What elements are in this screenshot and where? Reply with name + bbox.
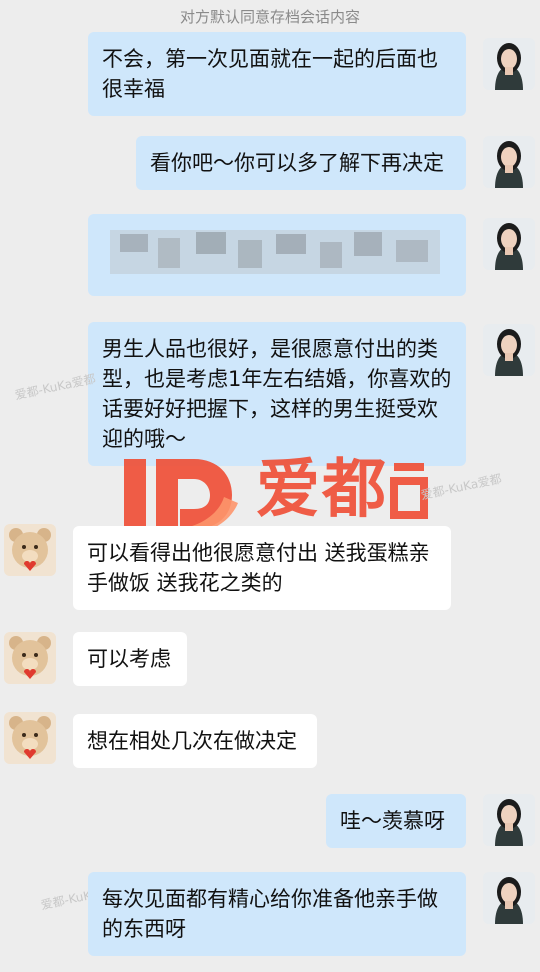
session-archive-notice: 对方默认同意存档会话内容	[179, 8, 360, 26]
message-row: 可以看得出他很愿意付出 送我蛋糕亲手做饭 送我花之类的	[0, 520, 540, 610]
agent-avatar[interactable]	[483, 794, 535, 846]
bear-toy-icon	[4, 524, 56, 576]
message-bubble-outgoing[interactable]: 看你吧～你可以多了解下再决定	[136, 136, 466, 190]
agent-avatar[interactable]	[483, 872, 535, 924]
message-row: 男生人品也很好，是很愿意付出的类型，也是考虑1年左右结婚，你喜欢的话要好好把握下…	[0, 322, 540, 466]
message-row: 想在相处几次在做决定	[0, 710, 540, 770]
user-avatar[interactable]	[4, 712, 56, 764]
bear-toy-icon	[4, 632, 56, 684]
message-row: 哇～羡慕呀	[0, 794, 540, 854]
brand-name: 爱都	[256, 453, 388, 527]
woman-portrait-icon	[483, 218, 535, 270]
user-avatar[interactable]	[4, 524, 56, 576]
redaction-blur	[110, 230, 440, 274]
woman-portrait-icon	[483, 794, 535, 846]
message-row: 每次见面都有精心给你准备他亲手做的东西呀	[0, 872, 540, 962]
woman-portrait-icon	[483, 324, 535, 376]
agent-avatar[interactable]	[483, 324, 535, 376]
message-row	[0, 214, 540, 298]
agent-avatar[interactable]	[483, 218, 535, 270]
message-bubble-incoming[interactable]: 可以看得出他很愿意付出 送我蛋糕亲手做饭 送我花之类的	[73, 526, 451, 610]
bear-toy-icon	[4, 712, 56, 764]
agent-avatar[interactable]	[483, 38, 535, 90]
message-bubble-incoming[interactable]: 想在相处几次在做决定	[73, 714, 317, 768]
agent-avatar[interactable]	[483, 136, 535, 188]
message-bubble-outgoing[interactable]: 哇～羡慕呀	[326, 794, 466, 848]
user-avatar[interactable]	[4, 632, 56, 684]
woman-portrait-icon	[483, 872, 535, 924]
message-bubble-incoming[interactable]: 可以考虑	[73, 632, 187, 686]
message-row: 可以考虑	[0, 630, 540, 690]
message-bubble-outgoing[interactable]: 不会，第一次见面就在一起的后面也很幸福	[88, 32, 466, 116]
woman-portrait-icon	[483, 136, 535, 188]
woman-portrait-icon	[483, 38, 535, 90]
message-bubble-outgoing[interactable]: 每次见面都有精心给你准备他亲手做的东西呀	[88, 872, 466, 956]
message-row: 不会，第一次见面就在一起的后面也很幸福	[0, 32, 540, 116]
message-row: 看你吧～你可以多了解下再决定	[0, 136, 540, 196]
